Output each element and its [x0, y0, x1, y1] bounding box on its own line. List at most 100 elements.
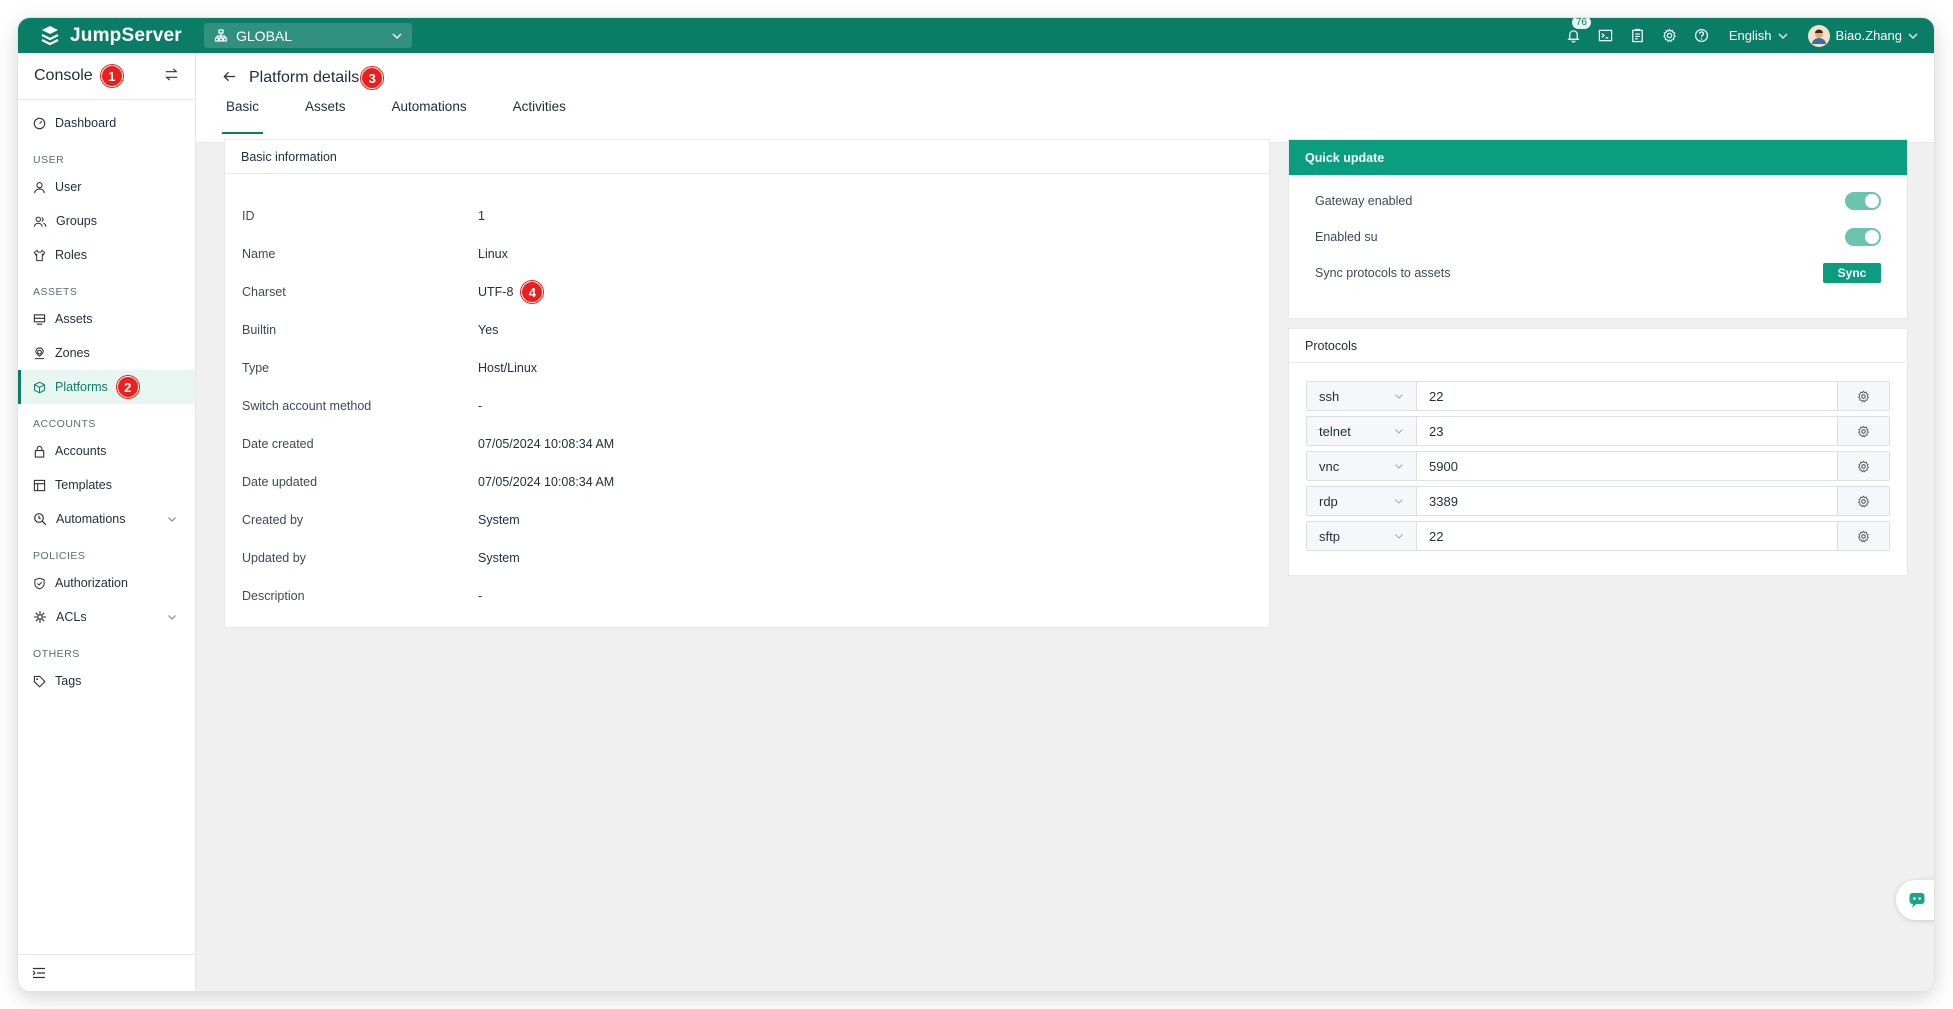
card-title: Quick update	[1289, 140, 1907, 175]
sidebar-item-groups[interactable]: Groups	[18, 204, 195, 238]
detail-tabs: Basic Assets Automations Activities	[221, 99, 610, 134]
tab-activities[interactable]: Activities	[511, 99, 568, 123]
sidebar-item-automations[interactable]: Automations	[18, 502, 195, 536]
tab-assets[interactable]: Assets	[303, 99, 348, 123]
protocol-settings-button[interactable]	[1837, 417, 1889, 445]
protocol-port-input[interactable]: 22	[1417, 522, 1837, 550]
gear-icon	[1663, 28, 1677, 43]
protocol-name: ssh	[1319, 388, 1340, 404]
sidebar-item-roles[interactable]: Roles	[18, 238, 195, 272]
info-value: System	[478, 513, 520, 527]
protocol-select[interactable]: vnc	[1307, 452, 1417, 480]
protocol-settings-button[interactable]	[1837, 382, 1889, 410]
web-terminal-button[interactable]	[1597, 27, 1615, 45]
top-navbar: JumpServer GLOBAL 76 English Biao.Zhang	[18, 18, 1934, 53]
protocol-select[interactable]: rdp	[1307, 487, 1417, 515]
info-row-name: Name Linux	[225, 235, 1269, 273]
info-value: 1	[478, 209, 485, 223]
sidebar-item-dashboard[interactable]: Dashboard	[18, 106, 195, 140]
info-value: Yes	[478, 323, 499, 337]
notification-count-badge: 76	[1570, 18, 1592, 30]
card-title: Basic information	[225, 140, 1269, 174]
nav-group-user: USER	[33, 154, 65, 166]
console-title: Console	[34, 67, 93, 84]
info-row-type: Type Host/Linux	[225, 349, 1269, 387]
gear-icon	[1857, 389, 1870, 402]
info-key: Description	[242, 589, 305, 603]
nav-group-accounts: ACCOUNTS	[33, 418, 96, 430]
sidebar-item-acls[interactable]: ACLs	[18, 600, 195, 634]
gateway-enabled-row: Gateway enabled	[1289, 183, 1907, 219]
tickets-button[interactable]	[1629, 27, 1647, 45]
sidebar-item-label: Dashboard	[55, 116, 117, 130]
back-button[interactable]	[222, 69, 237, 87]
protocol-select[interactable]: sftp	[1307, 522, 1417, 550]
help-button[interactable]	[1693, 27, 1711, 45]
sidebar-item-label: Zones	[55, 346, 90, 360]
protocol-port-input[interactable]: 23	[1417, 417, 1837, 445]
protocol-name: sftp	[1319, 528, 1340, 544]
info-key: Type	[242, 361, 270, 375]
chat-assistant-button[interactable]	[1896, 880, 1934, 920]
sidebar-item-label: Automations	[56, 512, 126, 526]
info-row-created-by: Created by System	[225, 501, 1269, 539]
sidebar-item-label: Tags	[55, 674, 82, 688]
protocol-settings-button[interactable]	[1837, 452, 1889, 480]
info-value: -	[478, 589, 483, 603]
info-list: ID 1 Name Linux Charset UTF-8 4 Builtin …	[225, 174, 1269, 615]
chevron-down-icon	[1395, 429, 1403, 434]
sidebar-item-platforms[interactable]: Platforms 2	[18, 370, 195, 404]
location-pin-icon	[34, 346, 45, 359]
org-select[interactable]: GLOBAL	[204, 23, 412, 48]
protocol-name: rdp	[1319, 493, 1338, 509]
sync-button[interactable]: Sync	[1823, 263, 1881, 283]
enabled-su-toggle[interactable]	[1845, 228, 1881, 246]
brand-logo[interactable]: JumpServer	[18, 24, 190, 48]
dashboard-gauge-icon	[33, 117, 46, 129]
sidebar-item-user[interactable]: User	[18, 170, 195, 204]
protocol-name: vnc	[1319, 458, 1340, 474]
lock-icon	[34, 445, 45, 458]
info-key: Date created	[242, 437, 314, 451]
sidebar-item-accounts[interactable]: Accounts	[18, 434, 195, 468]
sidebar-item-assets[interactable]: Assets	[18, 302, 195, 336]
sidebar-item-label: ACLs	[56, 610, 87, 624]
notification-bell[interactable]: 76	[1565, 18, 1592, 45]
info-key: Created by	[242, 513, 304, 527]
info-row-updated-by: Updated by System	[225, 539, 1269, 577]
protocol-port-input[interactable]: 5900	[1417, 452, 1837, 480]
tab-automations[interactable]: Automations	[390, 99, 469, 123]
nav-group-assets: ASSETS	[33, 286, 78, 298]
info-row-switch-account-method: Switch account method -	[225, 387, 1269, 425]
protocol-select[interactable]: telnet	[1307, 417, 1417, 445]
language-label: English	[1728, 28, 1772, 43]
protocol-port-input[interactable]: 22	[1417, 382, 1837, 410]
protocol-row: vnc 5900	[1306, 451, 1890, 481]
protocol-settings-button[interactable]	[1837, 522, 1889, 550]
org-label: GLOBAL	[236, 27, 293, 44]
protocol-settings-button[interactable]	[1837, 487, 1889, 515]
gateway-enabled-toggle[interactable]	[1845, 192, 1881, 210]
info-row-date-updated: Date updated 07/05/2024 10:08:34 AM	[225, 463, 1269, 501]
protocol-select[interactable]: ssh	[1307, 382, 1417, 410]
collapse-sidebar-button[interactable]	[18, 954, 195, 991]
info-row-charset: Charset UTF-8 4	[225, 273, 1269, 311]
tab-basic[interactable]: Basic	[221, 99, 264, 134]
language-select[interactable]: English	[1729, 28, 1788, 43]
sidebar-item-zones[interactable]: Zones	[18, 336, 195, 370]
info-value: -	[478, 399, 483, 413]
annotation-badge-1: 1	[100, 65, 123, 87]
switch-view-button[interactable]	[164, 67, 179, 85]
chevron-down-icon	[392, 33, 402, 39]
sidebar-item-authorization[interactable]: Authorization	[18, 566, 195, 600]
info-key: Name	[242, 247, 276, 261]
sidebar-item-label: Platforms	[55, 380, 108, 394]
bell-icon	[1567, 30, 1581, 43]
protocol-port-input[interactable]: 3389	[1417, 487, 1837, 515]
settings-button[interactable]	[1661, 27, 1679, 45]
sidebar-item-templates[interactable]: Templates	[18, 468, 195, 502]
enabled-su-label: Enabled su	[1315, 230, 1378, 244]
user-menu[interactable]: Biao.Zhang	[1807, 24, 1919, 47]
info-value: Linux	[478, 247, 508, 261]
sidebar-item-tags[interactable]: Tags	[18, 664, 195, 698]
